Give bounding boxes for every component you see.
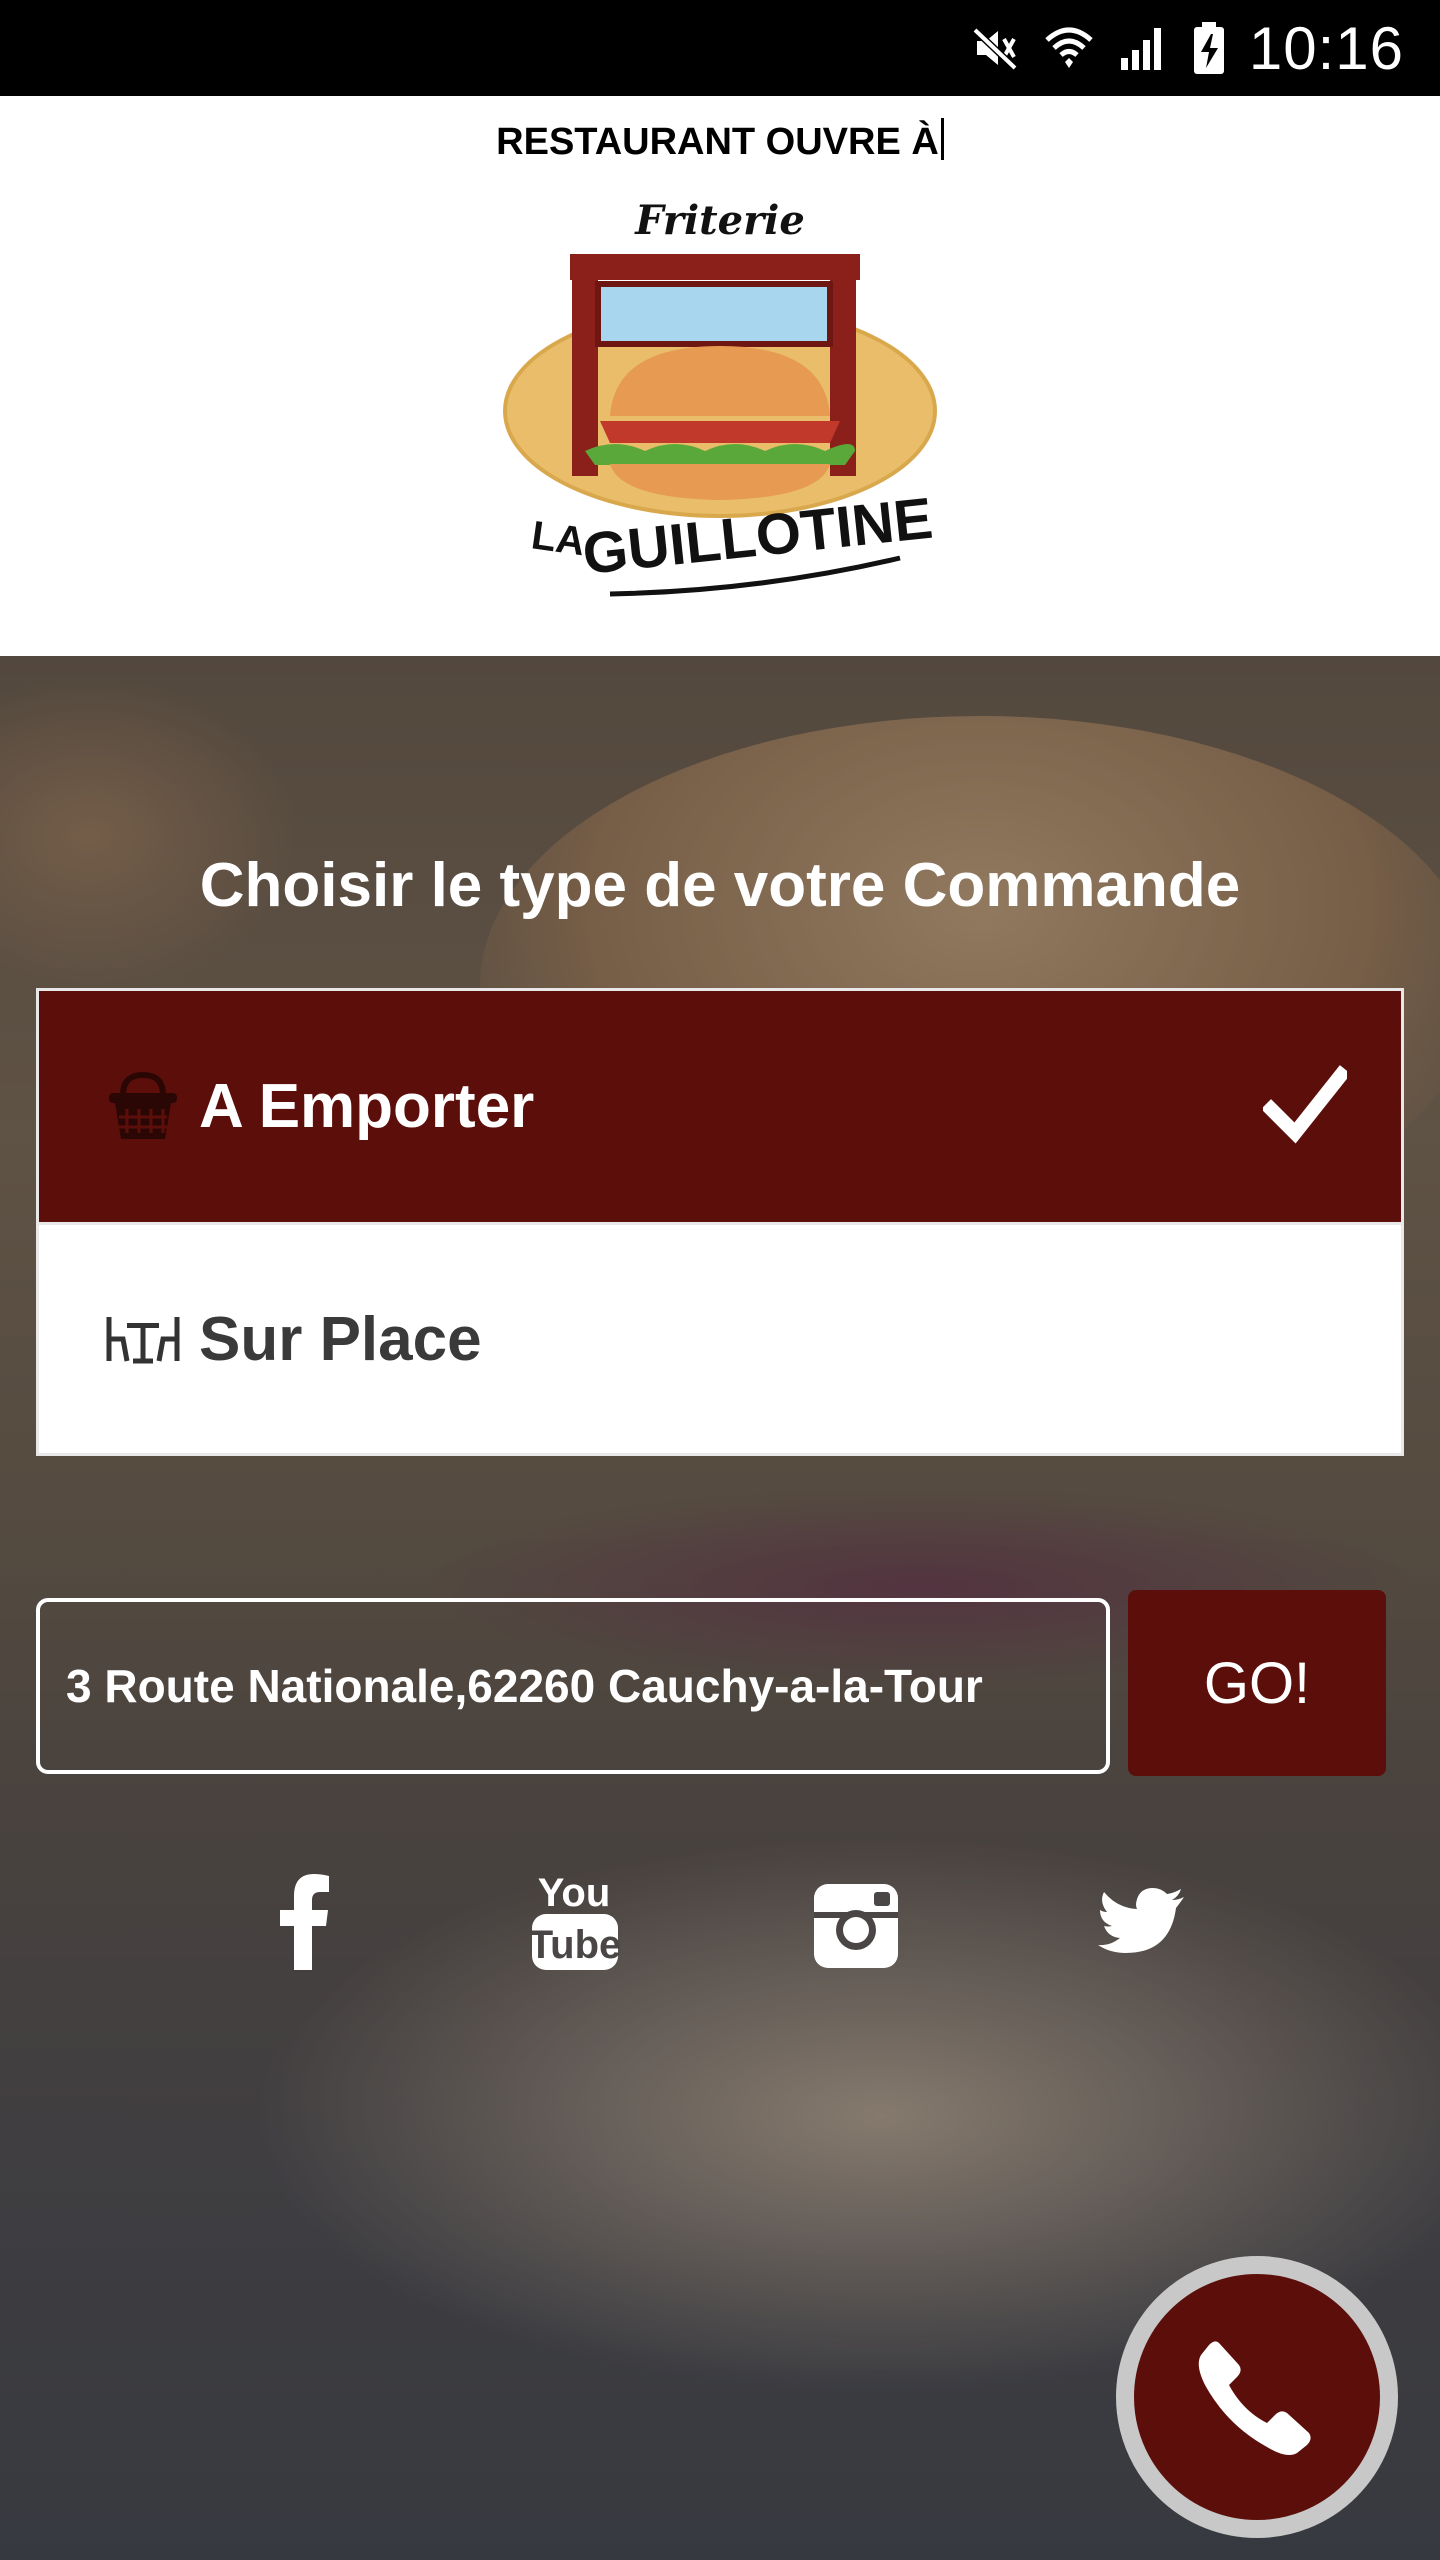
option-sur-place[interactable]: Sur Place xyxy=(39,1222,1401,1453)
basket-icon xyxy=(105,1069,181,1145)
check-icon xyxy=(1261,1063,1351,1152)
instagram-icon[interactable] xyxy=(812,1882,900,1975)
svg-text:LA: LA xyxy=(529,513,588,564)
status-icons: 10:16 xyxy=(969,0,1404,96)
battery-charging-icon xyxy=(1191,20,1227,76)
signal-icon xyxy=(1117,22,1169,74)
mute-icon xyxy=(969,22,1021,74)
opening-hours-text: RESTAURANT OUVRE À xyxy=(0,118,1440,164)
option-label: Sur Place xyxy=(199,1304,482,1374)
svg-text:Friterie: Friterie xyxy=(634,197,805,244)
wifi-icon xyxy=(1043,22,1095,74)
go-button[interactable]: GO! xyxy=(1128,1590,1386,1776)
facebook-icon[interactable] xyxy=(276,1870,332,1975)
order-type-options: A Emporter Sur Place xyxy=(36,988,1404,1456)
table-chairs-icon xyxy=(105,1301,181,1377)
svg-text:You: You xyxy=(538,1871,611,1915)
opening-hours-label: RESTAURANT OUVRE À xyxy=(496,121,939,163)
svg-text:Tube: Tube xyxy=(530,1923,620,1967)
restaurant-logo: Friterie LA GUILLOTINE xyxy=(490,196,950,616)
call-button[interactable] xyxy=(1116,2256,1398,2538)
header: RESTAURANT OUVRE À Friterie LA GUILLOTIN… xyxy=(0,96,1440,656)
phone-icon xyxy=(1197,2335,1317,2460)
text-caret xyxy=(940,118,944,160)
address-input[interactable]: 3 Route Nationale,62260 Cauchy-a-la-Tour xyxy=(36,1598,1110,1774)
status-bar: 10:16 xyxy=(0,0,1440,96)
option-a-emporter[interactable]: A Emporter xyxy=(39,991,1401,1222)
youtube-icon[interactable]: You Tube xyxy=(529,1870,621,1979)
status-time: 10:16 xyxy=(1248,14,1404,82)
twitter-icon[interactable] xyxy=(1098,1888,1186,1969)
option-label: A Emporter xyxy=(199,1072,535,1141)
order-type-title: Choisir le type de votre Commande xyxy=(199,851,1241,920)
